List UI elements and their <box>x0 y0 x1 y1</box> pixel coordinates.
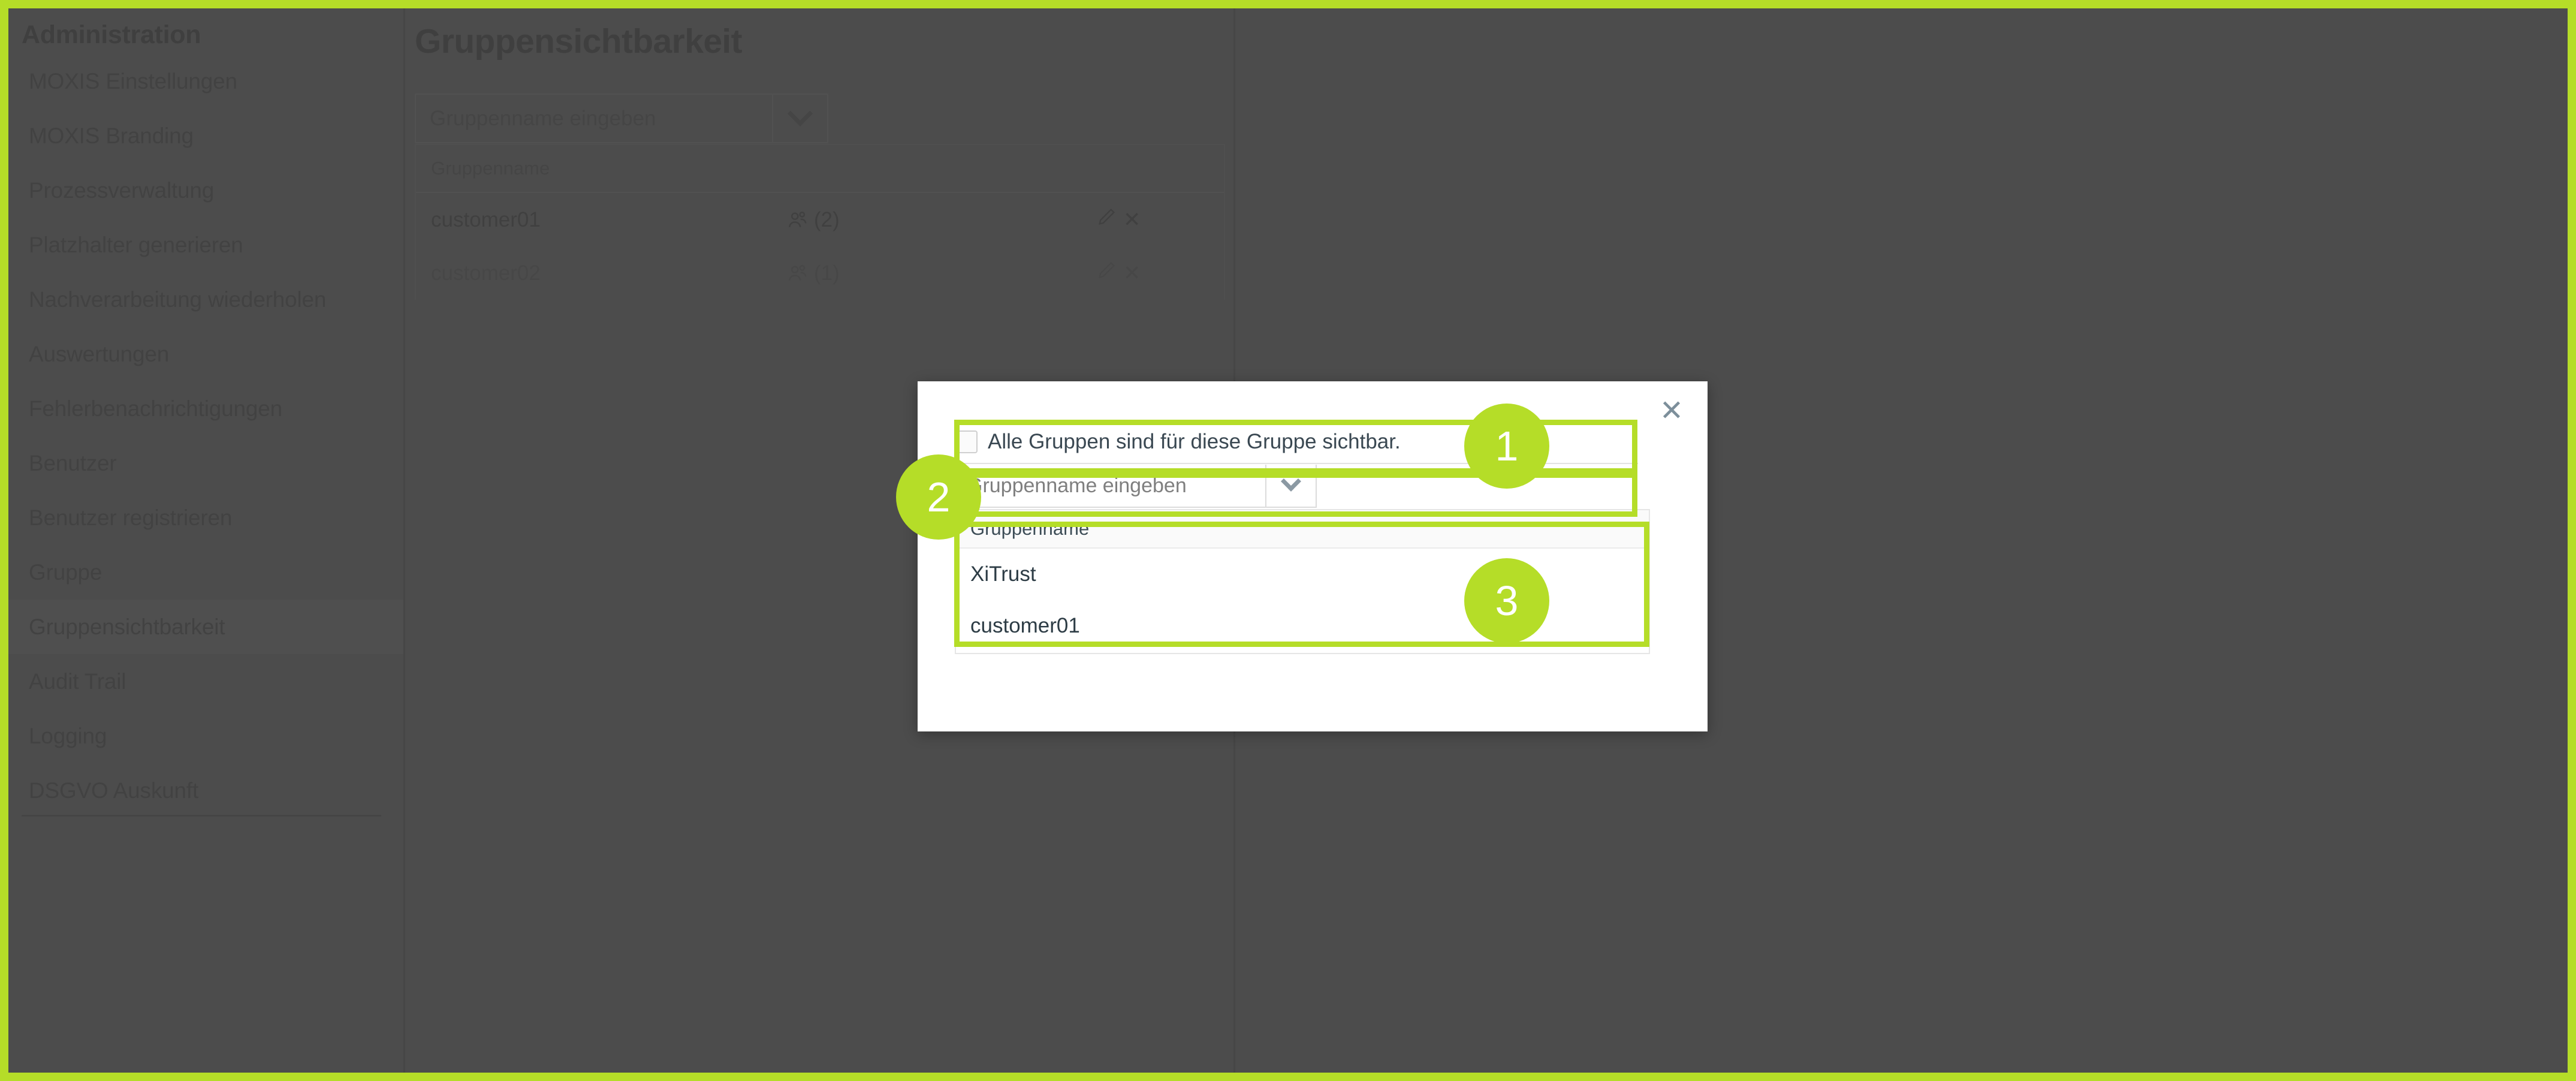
sidebar-item-label: Gruppensichtbarkeit <box>29 614 225 639</box>
sidebar-divider <box>22 815 381 817</box>
sidebar: Administration MOXIS Einstellungen MOXIS… <box>8 8 405 1073</box>
sidebar-item-label: DSGVO Auskunft <box>29 778 199 803</box>
sidebar-item-label: Benutzer <box>29 450 117 475</box>
cell-members[interactable]: (2) <box>786 208 840 232</box>
users-icon <box>786 209 809 231</box>
modal-group-name: XiTrust <box>970 562 1036 586</box>
sidebar-item-fehlerbenachrichtigungen[interactable]: Fehlerbenachrichtigungen <box>8 381 403 436</box>
sidebar-item-prozessverwaltung[interactable]: Prozessverwaltung <box>8 163 403 218</box>
sidebar-item-label: Fehlerbenachrichtigungen <box>29 396 283 421</box>
group-search-input[interactable]: Gruppenname eingeben <box>416 95 772 142</box>
column-header-gruppenname: Gruppenname <box>431 158 550 179</box>
sidebar-item-label: MOXIS Einstellungen <box>29 68 237 94</box>
groups-table: Gruppenname customer01 (2) ✕ customer02 … <box>415 144 1225 300</box>
cell-members[interactable]: (1) <box>786 261 840 285</box>
sidebar-item-label: Nachverarbeitung wiederholen <box>29 287 327 312</box>
modal-column-header-gruppenname: Gruppenname <box>956 510 1649 549</box>
sidebar-item-label: Logging <box>29 723 107 748</box>
cell-actions[interactable]: ✕ <box>1096 207 1141 233</box>
page-title: Gruppensichtbarkeit <box>415 22 743 61</box>
chevron-down-icon[interactable] <box>772 95 827 142</box>
users-icon <box>786 262 809 285</box>
group-search-combobox[interactable]: Gruppenname eingeben <box>415 94 828 143</box>
sidebar-item-moxis-branding[interactable]: MOXIS Branding <box>8 109 403 163</box>
all-groups-visible-label: Alle Gruppen sind für diese Gruppe sicht… <box>988 430 1401 453</box>
all-groups-visible-checkbox[interactable] <box>955 430 978 453</box>
sidebar-item-benutzer-registrieren[interactable]: Benutzer registrieren <box>8 490 403 545</box>
pencil-icon[interactable] <box>1096 207 1117 233</box>
cell-group-name: customer01 <box>431 207 541 231</box>
members-count: (1) <box>814 261 840 285</box>
sidebar-item-nachverarbeitung-wiederholen[interactable]: Nachverarbeitung wiederholen <box>8 272 403 327</box>
annotation-badge-2: 2 <box>896 454 981 540</box>
modal-group-search-input[interactable]: Gruppenname eingeben <box>956 465 1265 507</box>
sidebar-item-benutzer[interactable]: Benutzer <box>8 436 403 490</box>
close-icon[interactable]: ✕ <box>1123 208 1141 232</box>
close-icon[interactable]: ✕ <box>1656 396 1687 427</box>
modal-group-search-combobox[interactable]: Gruppenname eingeben <box>955 465 1317 508</box>
sidebar-item-label: MOXIS Branding <box>29 123 194 148</box>
sidebar-item-label: Benutzer registrieren <box>29 505 233 530</box>
sidebar-item-label: Gruppe <box>29 559 102 585</box>
group-visibility-dialog: ✕ Alle Gruppen sind für diese Gruppe sic… <box>918 381 1708 731</box>
annotation-badge-1: 1 <box>1464 404 1549 489</box>
sidebar-item-audit-trail[interactable]: Audit Trail <box>8 654 403 709</box>
groups-table-header: Gruppenname <box>416 145 1224 193</box>
cell-actions[interactable]: ✕ <box>1096 260 1141 286</box>
pencil-icon[interactable] <box>1096 260 1117 286</box>
modal-column-header-label: Gruppenname <box>970 518 1090 539</box>
members-count: (2) <box>814 207 840 231</box>
sidebar-item-logging[interactable]: Logging <box>8 709 403 763</box>
sidebar-title: Administration <box>22 20 201 49</box>
cell-group-name: customer02 <box>431 261 541 285</box>
table-row[interactable]: customer01 (2) ✕ <box>416 193 1224 246</box>
table-row[interactable]: customer02 (1) ✕ <box>416 246 1224 300</box>
close-icon[interactable]: ✕ <box>1123 261 1141 285</box>
sidebar-item-moxis-einstellungen[interactable]: MOXIS Einstellungen <box>8 54 403 109</box>
sidebar-nav-list: MOXIS Einstellungen MOXIS Branding Proze… <box>8 54 403 818</box>
sidebar-item-label: Auswertungen <box>29 341 170 366</box>
sidebar-item-label: Audit Trail <box>29 669 126 694</box>
modal-group-name: customer01 <box>970 614 1080 637</box>
sidebar-item-gruppensichtbarkeit[interactable]: Gruppensichtbarkeit <box>8 600 403 654</box>
annotation-badge-3: 3 <box>1464 558 1549 643</box>
sidebar-item-label: Prozessverwaltung <box>29 177 215 203</box>
chevron-down-icon[interactable] <box>1265 465 1316 507</box>
sidebar-item-label: Platzhalter generieren <box>29 232 243 257</box>
sidebar-item-gruppe[interactable]: Gruppe <box>8 545 403 600</box>
modal-groups-table: Gruppenname XiTrust customer01 <box>955 509 1650 654</box>
screenshot-root: Administration MOXIS Einstellungen MOXIS… <box>0 0 2576 1081</box>
sidebar-item-dsgvo-auskunft[interactable]: DSGVO Auskunft <box>8 763 403 818</box>
sidebar-item-auswertungen[interactable]: Auswertungen <box>8 327 403 381</box>
sidebar-item-platzhalter-generieren[interactable]: Platzhalter generieren <box>8 218 403 272</box>
